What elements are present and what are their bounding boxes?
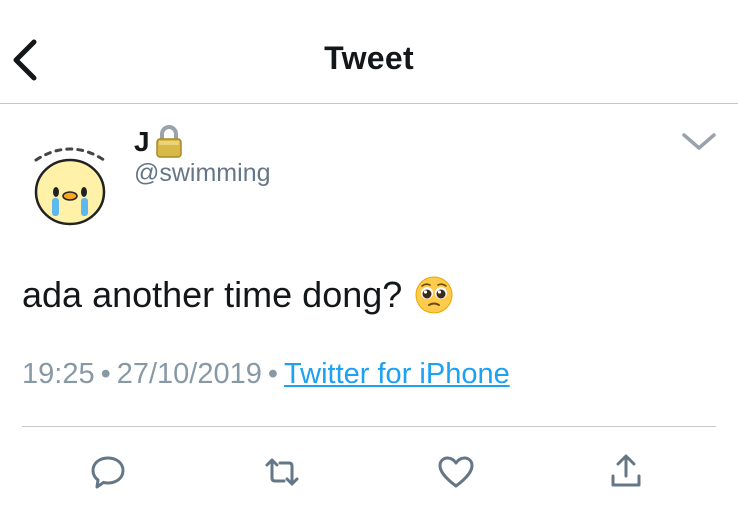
heart-icon xyxy=(438,456,474,488)
tweet-source-link[interactable]: Twitter for iPhone xyxy=(284,358,510,390)
top-bar: Tweet xyxy=(0,0,738,104)
share-button[interactable] xyxy=(606,452,646,492)
tweet-text: ada another time dong? xyxy=(22,274,403,315)
page-title: Tweet xyxy=(324,40,414,76)
reply-icon xyxy=(91,456,125,489)
display-name[interactable]: J xyxy=(134,126,150,158)
more-options-button[interactable] xyxy=(680,129,718,153)
like-button[interactable] xyxy=(436,452,476,492)
meta-separator: • xyxy=(100,358,111,390)
tweet-date: 27/10/2019 xyxy=(116,358,262,390)
retweet-button[interactable] xyxy=(262,452,302,492)
meta-separator: • xyxy=(267,358,279,390)
user-name-row: J xyxy=(134,122,184,158)
retweet-icon xyxy=(265,458,299,486)
reply-button[interactable] xyxy=(88,452,128,492)
tweet-meta: 19:25 • 27/10/2019 • Twitter for iPhone xyxy=(22,358,510,391)
pleading-face-emoji xyxy=(415,276,453,314)
divider xyxy=(22,426,716,427)
share-icon xyxy=(611,454,641,487)
chevron-down-icon xyxy=(682,133,716,150)
tweet-body: ada another time dong? xyxy=(22,274,454,316)
lock-icon xyxy=(155,125,182,158)
avatar[interactable] xyxy=(22,136,118,232)
tweet-time: 19:25 xyxy=(22,358,95,390)
user-handle[interactable]: @swimming xyxy=(134,159,271,188)
